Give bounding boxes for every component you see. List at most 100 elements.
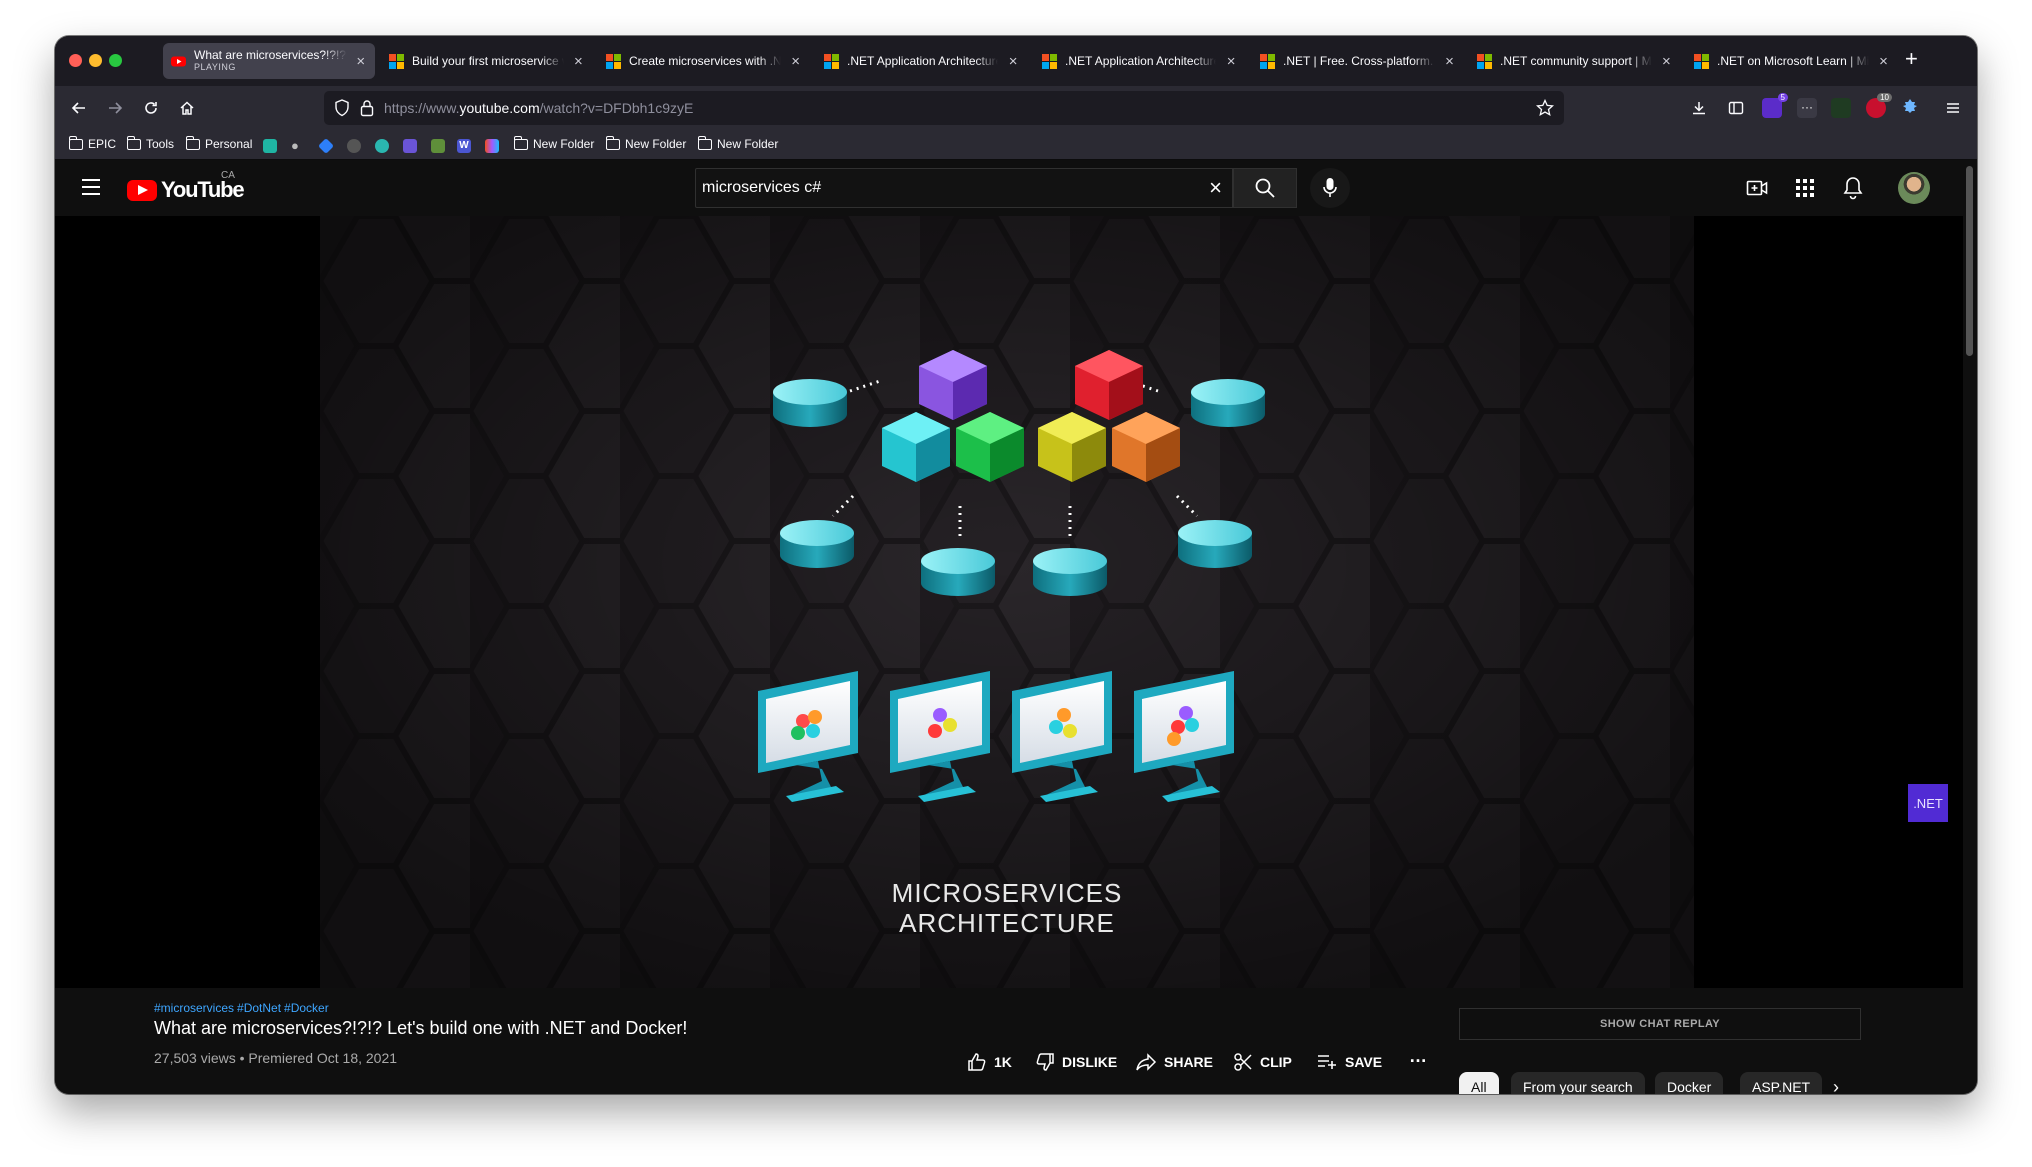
show-chat-replay-button[interactable]: SHOW CHAT REPLAY <box>1459 1008 1861 1040</box>
page-scrollbar[interactable] <box>1963 160 1977 1094</box>
channel-watermark-badge[interactable]: .NET <box>1908 784 1948 822</box>
bookmark-folder-new-1[interactable]: New Folder <box>513 135 594 151</box>
jira-icon[interactable] <box>318 138 334 154</box>
voice-search-button[interactable] <box>1310 168 1350 208</box>
tab-title: .NET on Microsoft Learn | Micr <box>1717 54 1869 68</box>
tab-title: .NET Application Architecture <box>1065 54 1217 68</box>
search-input[interactable] <box>696 169 1176 207</box>
more-actions-button[interactable]: … <box>1409 1046 1427 1067</box>
bookmark-w-icon[interactable]: W <box>457 139 471 153</box>
extension-purple-icon[interactable]: 5 <box>1762 93 1788 118</box>
extension-puzzle-icon[interactable] <box>1902 98 1922 118</box>
new-tab-icon[interactable]: + <box>1905 46 1918 72</box>
lock-icon[interactable] <box>360 99 374 122</box>
url-text[interactable]: https://www.youtube.com/watch?v=DFDbh1c9… <box>384 100 693 116</box>
address-bar[interactable]: https://www.youtube.com/watch?v=DFDbh1c9… <box>324 91 1564 125</box>
notifications-bell-icon[interactable] <box>1841 176 1865 200</box>
bookmark-label: EPIC <box>88 137 117 151</box>
close-tab-icon[interactable]: × <box>1443 53 1456 70</box>
tab-title: What are microservices?!?!? Let <box>194 49 347 62</box>
create-video-icon[interactable] <box>1745 176 1769 200</box>
save-button[interactable]: SAVE <box>1316 1052 1382 1072</box>
bookmark-label: Tools <box>146 137 175 151</box>
close-tab-icon[interactable]: × <box>1660 53 1673 70</box>
folder-icon <box>126 135 141 150</box>
bookmark-site-icon[interactable] <box>431 139 445 153</box>
chip-docker[interactable]: Docker <box>1655 1072 1724 1094</box>
back-icon[interactable] <box>65 94 93 122</box>
hashtag-link[interactable]: #microservices <box>154 1001 234 1015</box>
reload-icon[interactable] <box>137 94 165 122</box>
youtube-play-icon <box>127 179 157 201</box>
share-button[interactable]: SHARE <box>1135 1052 1213 1072</box>
hashtags: #microservices #DotNet #Docker <box>154 1001 332 1015</box>
extension-green-icon[interactable] <box>1831 98 1851 118</box>
chips-next-chevron-icon[interactable]: › <box>1833 1077 1839 1094</box>
save-label: SAVE <box>1345 1054 1383 1070</box>
forward-icon[interactable] <box>101 94 129 122</box>
hamburger-menu-icon[interactable] <box>82 179 100 200</box>
downloads-icon[interactable] <box>1685 94 1713 122</box>
sidebar-toggle-icon[interactable] <box>1722 94 1750 122</box>
tab-5[interactable]: .NET | Free. Cross-platform. O × <box>1252 43 1464 79</box>
tab-3[interactable]: .NET Application Architecture × <box>816 43 1028 79</box>
apple-icon[interactable]: ● <box>291 139 305 153</box>
chip-from-your-search[interactable]: From your search <box>1511 1072 1645 1094</box>
chip-all[interactable]: All <box>1459 1072 1499 1094</box>
close-tab-icon[interactable]: × <box>1224 53 1238 70</box>
user-avatar[interactable] <box>1898 172 1930 204</box>
youtube-header: YouTube CA × <box>55 160 1963 216</box>
adblock-icon[interactable]: 10 <box>1866 93 1892 118</box>
browser-window: What are microservices?!?!? Let PLAYING … <box>55 36 1977 1094</box>
dislike-button[interactable]: DISLIKE <box>1035 1052 1117 1072</box>
home-icon[interactable] <box>173 94 201 122</box>
close-window-button[interactable] <box>69 54 82 67</box>
shield-icon[interactable] <box>334 99 350 122</box>
clear-search-icon[interactable]: × <box>1209 177 1222 199</box>
microsoft-icon <box>606 53 621 69</box>
tab-title: Build your first microservice wi <box>412 54 564 68</box>
close-tab-icon[interactable]: × <box>1877 53 1890 70</box>
share-icon <box>1136 1053 1157 1071</box>
figma-icon[interactable] <box>485 139 499 153</box>
maximize-window-button[interactable] <box>109 54 122 67</box>
github-icon[interactable] <box>347 139 361 153</box>
clip-button[interactable]: CLIP <box>1233 1052 1292 1072</box>
hashtag-link[interactable]: #DotNet <box>237 1001 281 1015</box>
bookmark-folder-personal[interactable]: Personal <box>185 135 252 151</box>
tab-1[interactable]: Build your first microservice wi × <box>381 43 593 79</box>
close-tab-icon[interactable]: × <box>355 53 367 70</box>
bookmark-folder-new-3[interactable]: New Folder <box>697 135 778 151</box>
tab-2[interactable]: Create microservices with .NET × <box>598 43 810 79</box>
apps-grid-icon[interactable] <box>1793 176 1817 200</box>
close-tab-icon[interactable]: × <box>572 53 585 70</box>
tab-7[interactable]: .NET on Microsoft Learn | Micr × <box>1686 43 1898 79</box>
bookmark-site-icon[interactable] <box>263 139 277 153</box>
tab-0[interactable]: What are microservices?!?!? Let PLAYING … <box>163 43 375 79</box>
bookmark-site-icon[interactable] <box>403 139 417 153</box>
extension-more-icon[interactable]: ··· <box>1797 98 1817 118</box>
bookmark-folder-new-2[interactable]: New Folder <box>605 135 686 151</box>
extension-badge: 5 <box>1777 93 1788 102</box>
bookmark-folder-epic[interactable]: EPIC <box>68 135 117 151</box>
microsoft-icon <box>1042 53 1057 69</box>
scrollbar-thumb[interactable] <box>1966 166 1973 356</box>
bookmark-star-icon[interactable] <box>1535 98 1555 122</box>
close-tab-icon[interactable]: × <box>789 53 802 70</box>
search-button[interactable] <box>1233 168 1297 208</box>
like-button[interactable]: 1K <box>967 1052 1012 1072</box>
thumbs-up-icon <box>968 1053 986 1071</box>
hashtag-link[interactable]: #Docker <box>284 1001 329 1015</box>
bookmark-folder-tools[interactable]: Tools <box>126 135 175 151</box>
tab-6[interactable]: .NET community support | Mic × <box>1469 43 1681 79</box>
minimize-window-button[interactable] <box>89 54 102 67</box>
video-player[interactable]: MICROSERVICES ARCHITECTURE <box>55 216 1963 988</box>
close-tab-icon[interactable]: × <box>1006 53 1020 70</box>
chip-aspnet[interactable]: ASP.NET <box>1740 1072 1823 1094</box>
video-frame[interactable]: MICROSERVICES ARCHITECTURE <box>320 216 1694 988</box>
microphone-icon <box>1323 178 1337 197</box>
hexagon-background <box>320 216 1694 988</box>
tab-4[interactable]: .NET Application Architecture × <box>1034 43 1246 79</box>
menu-icon[interactable] <box>1939 94 1967 122</box>
bookmark-site-icon[interactable] <box>375 139 389 153</box>
